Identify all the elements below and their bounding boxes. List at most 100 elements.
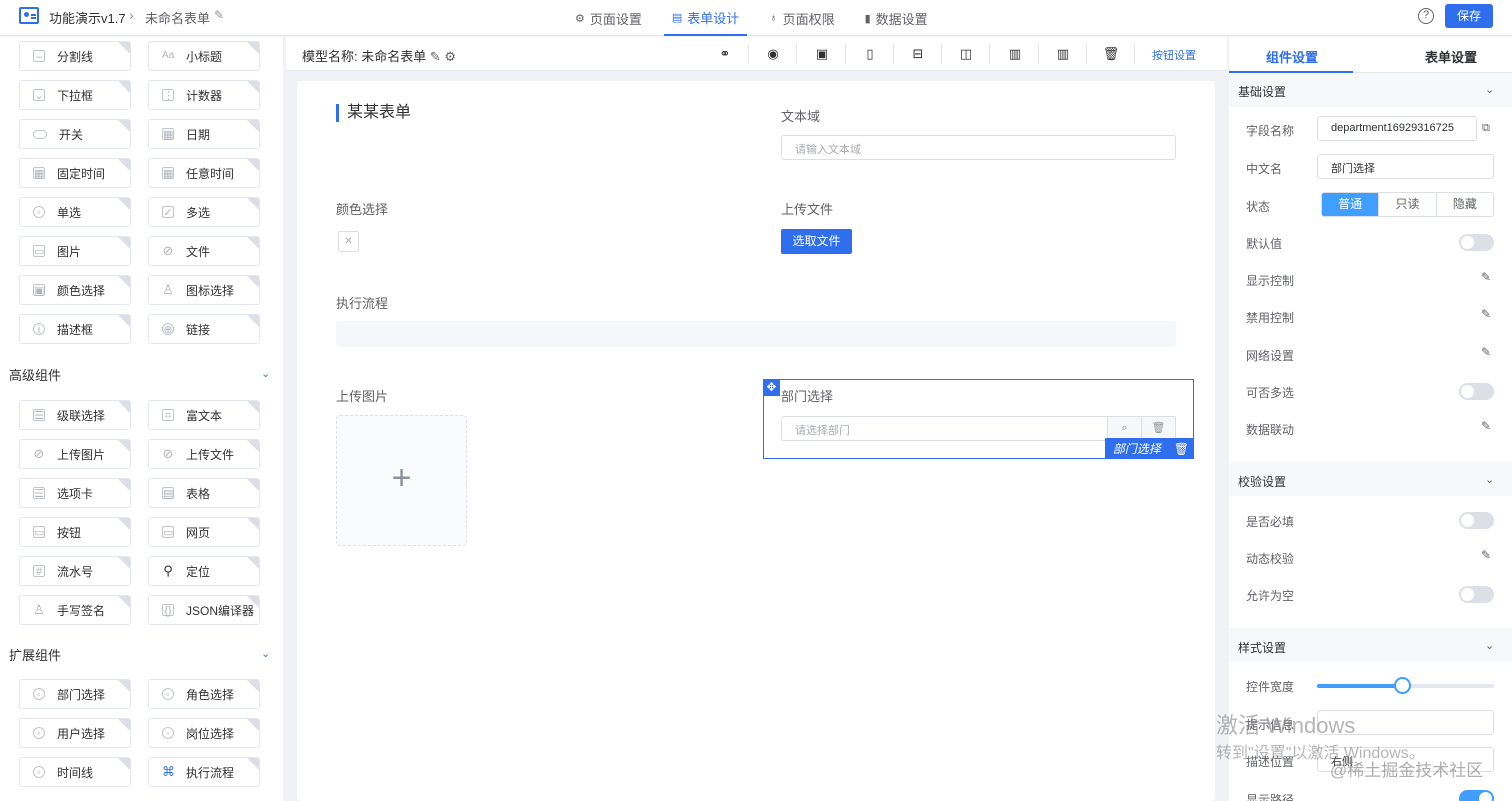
model-value[interactable]: 未命名表单 [361, 49, 426, 64]
default-toggle[interactable] [1459, 234, 1494, 251]
component-color[interactable]: ▣ 颜色选择 [19, 275, 131, 305]
component-webpage[interactable]: ▭ 网页 [148, 517, 260, 547]
cn-name-input[interactable]: 部门选择 [1317, 154, 1494, 179]
edit-icon[interactable]: ✎ [1481, 270, 1491, 284]
form-name[interactable]: 未命名表单 [145, 8, 210, 27]
validation-settings-title[interactable]: 校验设置 [1238, 473, 1286, 490]
allow-empty-toggle[interactable] [1459, 586, 1494, 603]
component-description[interactable]: i 描述框 [19, 314, 131, 344]
button-settings-link[interactable]: 按钮设置 [1152, 47, 1196, 63]
copy-icon[interactable]: ⧉ [1482, 122, 1490, 135]
component-icon-select[interactable]: ♙ 图标选择 [148, 275, 260, 305]
component-switch[interactable]: 开关 [19, 119, 131, 149]
component-counter[interactable]: ⋮ 计数器 [148, 80, 260, 110]
tab-component-settings[interactable]: 组件设置 [1266, 47, 1318, 66]
component-tabs[interactable]: ☰ 选项卡 [19, 478, 131, 508]
component-dropdown[interactable]: ⌄ 下拉框 [19, 80, 131, 110]
basic-settings-title[interactable]: 基础设置 [1238, 83, 1286, 100]
component-flow[interactable]: ⌘ 执行流程 [148, 757, 260, 787]
component-link[interactable]: ⊕ 链接 [148, 314, 260, 344]
ratio-icon[interactable]: ▣ [812, 44, 832, 64]
tab-form-design[interactable]: ▤ 表单设计 [663, 0, 748, 36]
component-serial[interactable]: # 流水号 [19, 556, 131, 586]
chevron-down-icon[interactable]: ⌄ [1485, 639, 1494, 652]
multi-select-toggle[interactable] [1459, 383, 1494, 400]
component-any-time[interactable]: ▦ 任意时间 [148, 158, 260, 188]
extended-section-title[interactable]: 扩展组件 [9, 645, 61, 664]
trash-icon[interactable]: 🗑 [1101, 44, 1121, 64]
edit-icon[interactable]: ✎ [1481, 307, 1491, 321]
mobile-icon[interactable]: ▯ [860, 44, 880, 64]
component-table[interactable]: ▤ 表格 [148, 478, 260, 508]
eye-icon[interactable]: ◉ [763, 44, 783, 64]
status-normal[interactable]: 普通 [1322, 193, 1379, 216]
select-file-button[interactable]: 选取文件 [781, 229, 852, 254]
status-readonly[interactable]: 只读 [1378, 193, 1435, 216]
status-hidden[interactable]: 隐藏 [1435, 193, 1493, 216]
component-richtext[interactable]: ⌗ 富文本 [148, 400, 260, 430]
component-upload-file[interactable]: ⊘ 上传文件 [148, 439, 260, 469]
component-user[interactable]: ◦ 用户选择 [19, 718, 131, 748]
save-button[interactable]: 保存 [1445, 4, 1493, 28]
webpage-icon: ▭ [162, 526, 174, 539]
field-name-input[interactable]: department16929316725 [1317, 116, 1477, 141]
component-cascade[interactable]: ☰ 级联选择 [19, 400, 131, 430]
width-slider[interactable] [1317, 677, 1494, 694]
component-location[interactable]: ⚲ 定位 [148, 556, 260, 586]
component-json-editor[interactable]: {} JSON编译器 [148, 595, 260, 625]
component-checkbox[interactable]: ✓ 多选 [148, 197, 260, 227]
flow-field[interactable] [336, 321, 1176, 347]
upload-image-area[interactable]: + [336, 415, 467, 546]
component-post[interactable]: ◦ 岗位选择 [148, 718, 260, 748]
department-input[interactable]: 请选择部门 [781, 416, 1107, 441]
app-logo-icon [19, 7, 39, 24]
edit-icon[interactable]: ✎ [1481, 419, 1491, 433]
dynamic-validation-label: 动态校验 [1246, 552, 1295, 566]
component-subtitle[interactable]: Aa 小标题 [148, 41, 260, 71]
one-column-icon[interactable]: ⊟ [908, 44, 928, 64]
link-icon[interactable]: ⚭ [715, 44, 735, 64]
component-department[interactable]: ◦ 部门选择 [19, 679, 131, 709]
slider-knob[interactable] [1393, 677, 1411, 694]
component-image[interactable]: ▭ 图片 [19, 236, 131, 266]
color-picker[interactable]: ✕ [338, 231, 359, 252]
textarea-field[interactable]: 请输入文本域 [781, 135, 1176, 160]
three-column-icon[interactable]: ▥ [1005, 44, 1025, 64]
component-divider[interactable]: – 分割线 [19, 41, 131, 71]
tab-page-permissions[interactable]: ♁ 页面权限 [761, 0, 842, 36]
four-column-icon[interactable]: ▥ [1053, 44, 1073, 64]
pencil-icon[interactable]: ✎ [214, 8, 224, 22]
component-date[interactable]: ▦ 日期 [148, 119, 260, 149]
chevron-down-icon[interactable]: ⌄ [261, 647, 270, 660]
style-settings-title[interactable]: 样式设置 [1238, 639, 1286, 656]
advanced-section-title[interactable]: 高级组件 [9, 365, 61, 384]
component-timeline[interactable]: ◦ 时间线 [19, 757, 131, 787]
upload-file-label: 上传文件 [781, 202, 834, 217]
two-column-icon[interactable]: ◫ [956, 44, 976, 64]
gear-icon[interactable]: ⚙ [444, 49, 456, 64]
tab-form-settings[interactable]: 表单设置 [1425, 47, 1477, 66]
chevron-down-icon[interactable]: ⌄ [261, 367, 270, 380]
component-file[interactable]: ⊘ 文件 [148, 236, 260, 266]
tab-page-settings[interactable]: ⚙ 页面设置 [567, 0, 650, 36]
trash-icon[interactable]: 🗑 [1169, 442, 1194, 456]
edit-icon[interactable]: ✎ [1481, 548, 1491, 562]
component-signature[interactable]: ♙ 手写签名 [19, 595, 131, 625]
form-title[interactable]: 某某表单 [336, 104, 411, 122]
component-upload-image[interactable]: ⊘ 上传图片 [19, 439, 131, 469]
selected-department-field[interactable]: ✥ 部门选择 请选择部门 ⌕ 🗑 部门选择 🗑 [763, 379, 1194, 459]
component-label: 富文本 [186, 408, 223, 423]
component-fixed-time[interactable]: ▦ 固定时间 [19, 158, 131, 188]
component-role[interactable]: ◦ 角色选择 [148, 679, 260, 709]
required-toggle[interactable] [1459, 512, 1494, 529]
move-icon[interactable]: ✥ [763, 379, 780, 396]
tab-data-settings[interactable]: ▮ 数据设置 [857, 0, 936, 36]
help-icon[interactable]: ? [1418, 8, 1434, 24]
component-radio[interactable]: ◦ 单选 [19, 197, 131, 227]
chevron-down-icon[interactable]: ⌄ [1485, 473, 1494, 486]
edit-icon[interactable]: ✎ [1481, 345, 1491, 359]
component-button[interactable]: ▭ 按钮 [19, 517, 131, 547]
chevron-down-icon[interactable]: ⌄ [1485, 83, 1494, 96]
show-path-toggle[interactable] [1459, 790, 1494, 801]
pencil-icon[interactable]: ✎ [430, 49, 441, 64]
